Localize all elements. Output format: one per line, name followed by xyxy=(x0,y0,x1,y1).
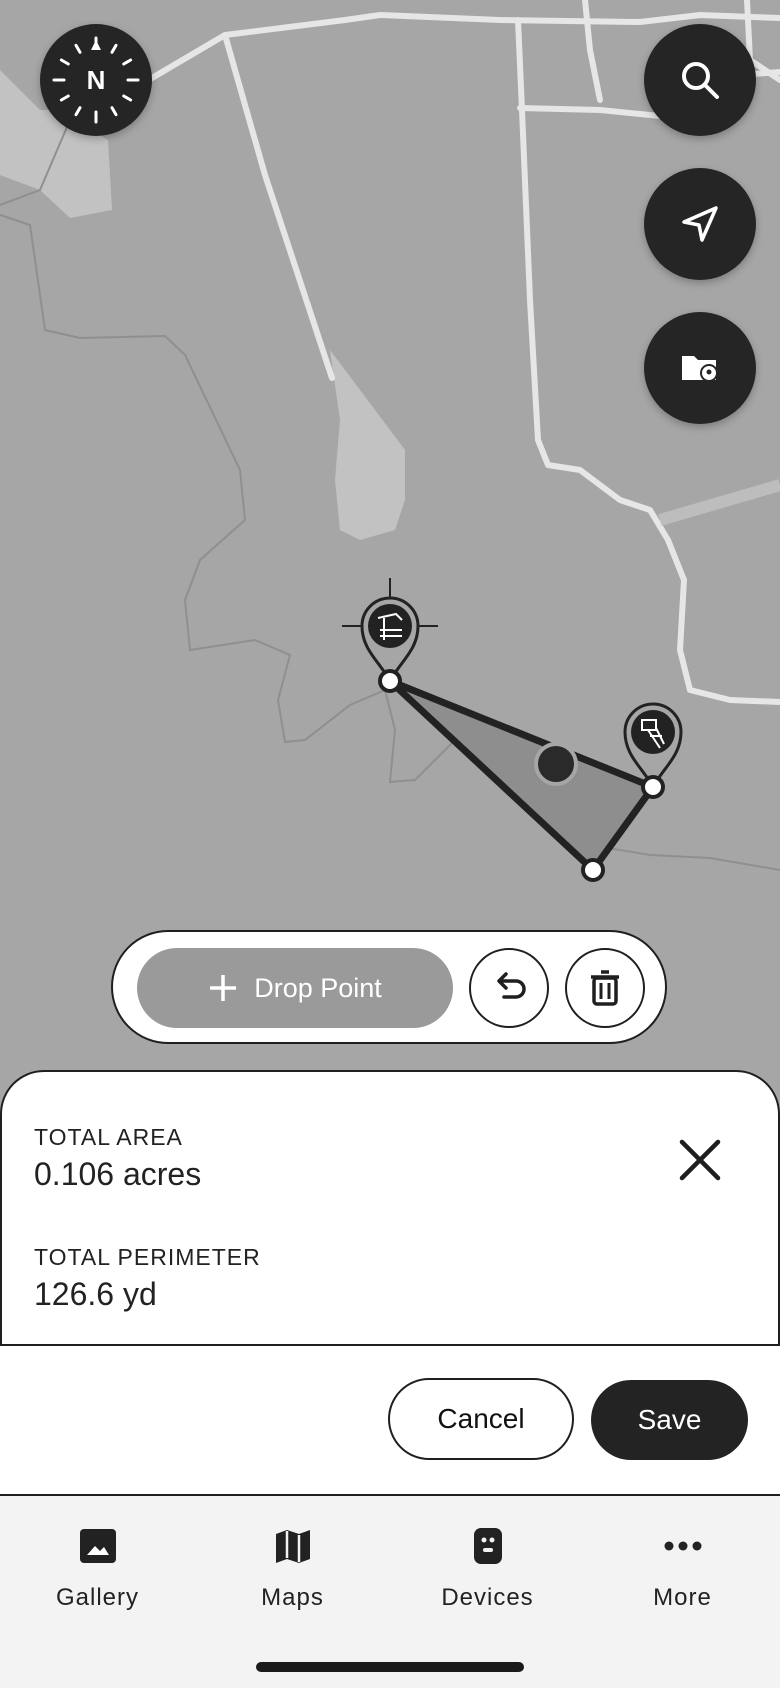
cancel-button[interactable]: Cancel xyxy=(388,1378,574,1460)
vertex-point[interactable] xyxy=(378,669,402,693)
draw-toolbar: Drop Point xyxy=(111,930,667,1044)
camera-device-icon xyxy=(474,1528,502,1564)
action-bar: Cancel Save xyxy=(0,1346,780,1494)
total-area-value: 0.106 acres xyxy=(34,1156,202,1192)
nav-item-gallery[interactable]: Gallery xyxy=(0,1496,195,1626)
trash-icon xyxy=(591,970,619,1006)
nav-item-more[interactable]: More xyxy=(585,1496,780,1626)
nav-item-devices[interactable]: Devices xyxy=(390,1496,585,1626)
current-location-dot xyxy=(534,742,578,786)
total-perimeter-label: TOTAL PERIMETER xyxy=(34,1244,261,1270)
nav-item-maps[interactable]: Maps xyxy=(195,1496,390,1626)
compass-north-label: N xyxy=(86,64,106,95)
nav-label-devices: Devices xyxy=(441,1584,534,1611)
image-icon xyxy=(80,1529,116,1563)
save-button[interactable]: Save xyxy=(591,1380,748,1460)
undo-icon xyxy=(497,972,526,999)
map-icon xyxy=(276,1530,310,1563)
navigation-arrow-icon xyxy=(682,206,718,242)
home-indicator[interactable] xyxy=(256,1662,524,1672)
close-icon xyxy=(679,1139,721,1181)
plus-icon xyxy=(210,975,237,1001)
nav-label-maps: Maps xyxy=(261,1584,324,1611)
nav-label-more: More xyxy=(653,1584,712,1611)
vertex-point[interactable] xyxy=(581,858,605,882)
more-dots-icon xyxy=(664,1541,702,1551)
saved-locations-button[interactable] xyxy=(644,312,756,424)
drop-point-label: Drop Point xyxy=(254,972,382,1003)
measurement-sheet: TOTAL AREA 0.106 acres TOTAL PERIMETER 1… xyxy=(0,1070,780,1346)
bottom-nav: Gallery Maps Devices More xyxy=(0,1494,780,1688)
vertex-point[interactable] xyxy=(641,775,665,799)
search-icon xyxy=(682,62,719,99)
locate-me-button[interactable] xyxy=(644,168,756,280)
drop-point-button[interactable]: Drop Point xyxy=(137,948,453,1028)
delete-button[interactable] xyxy=(565,948,645,1028)
close-button[interactable] xyxy=(672,1132,728,1188)
map-canvas[interactable] xyxy=(0,0,780,1080)
total-perimeter-value: 126.6 yd xyxy=(34,1276,157,1312)
search-button[interactable] xyxy=(644,24,756,136)
compass-button[interactable]: N xyxy=(40,24,152,136)
undo-button[interactable] xyxy=(469,948,549,1028)
nav-label-gallery: Gallery xyxy=(55,1584,140,1611)
folder-pin-icon xyxy=(682,356,718,382)
total-area-label: TOTAL AREA xyxy=(34,1124,183,1150)
